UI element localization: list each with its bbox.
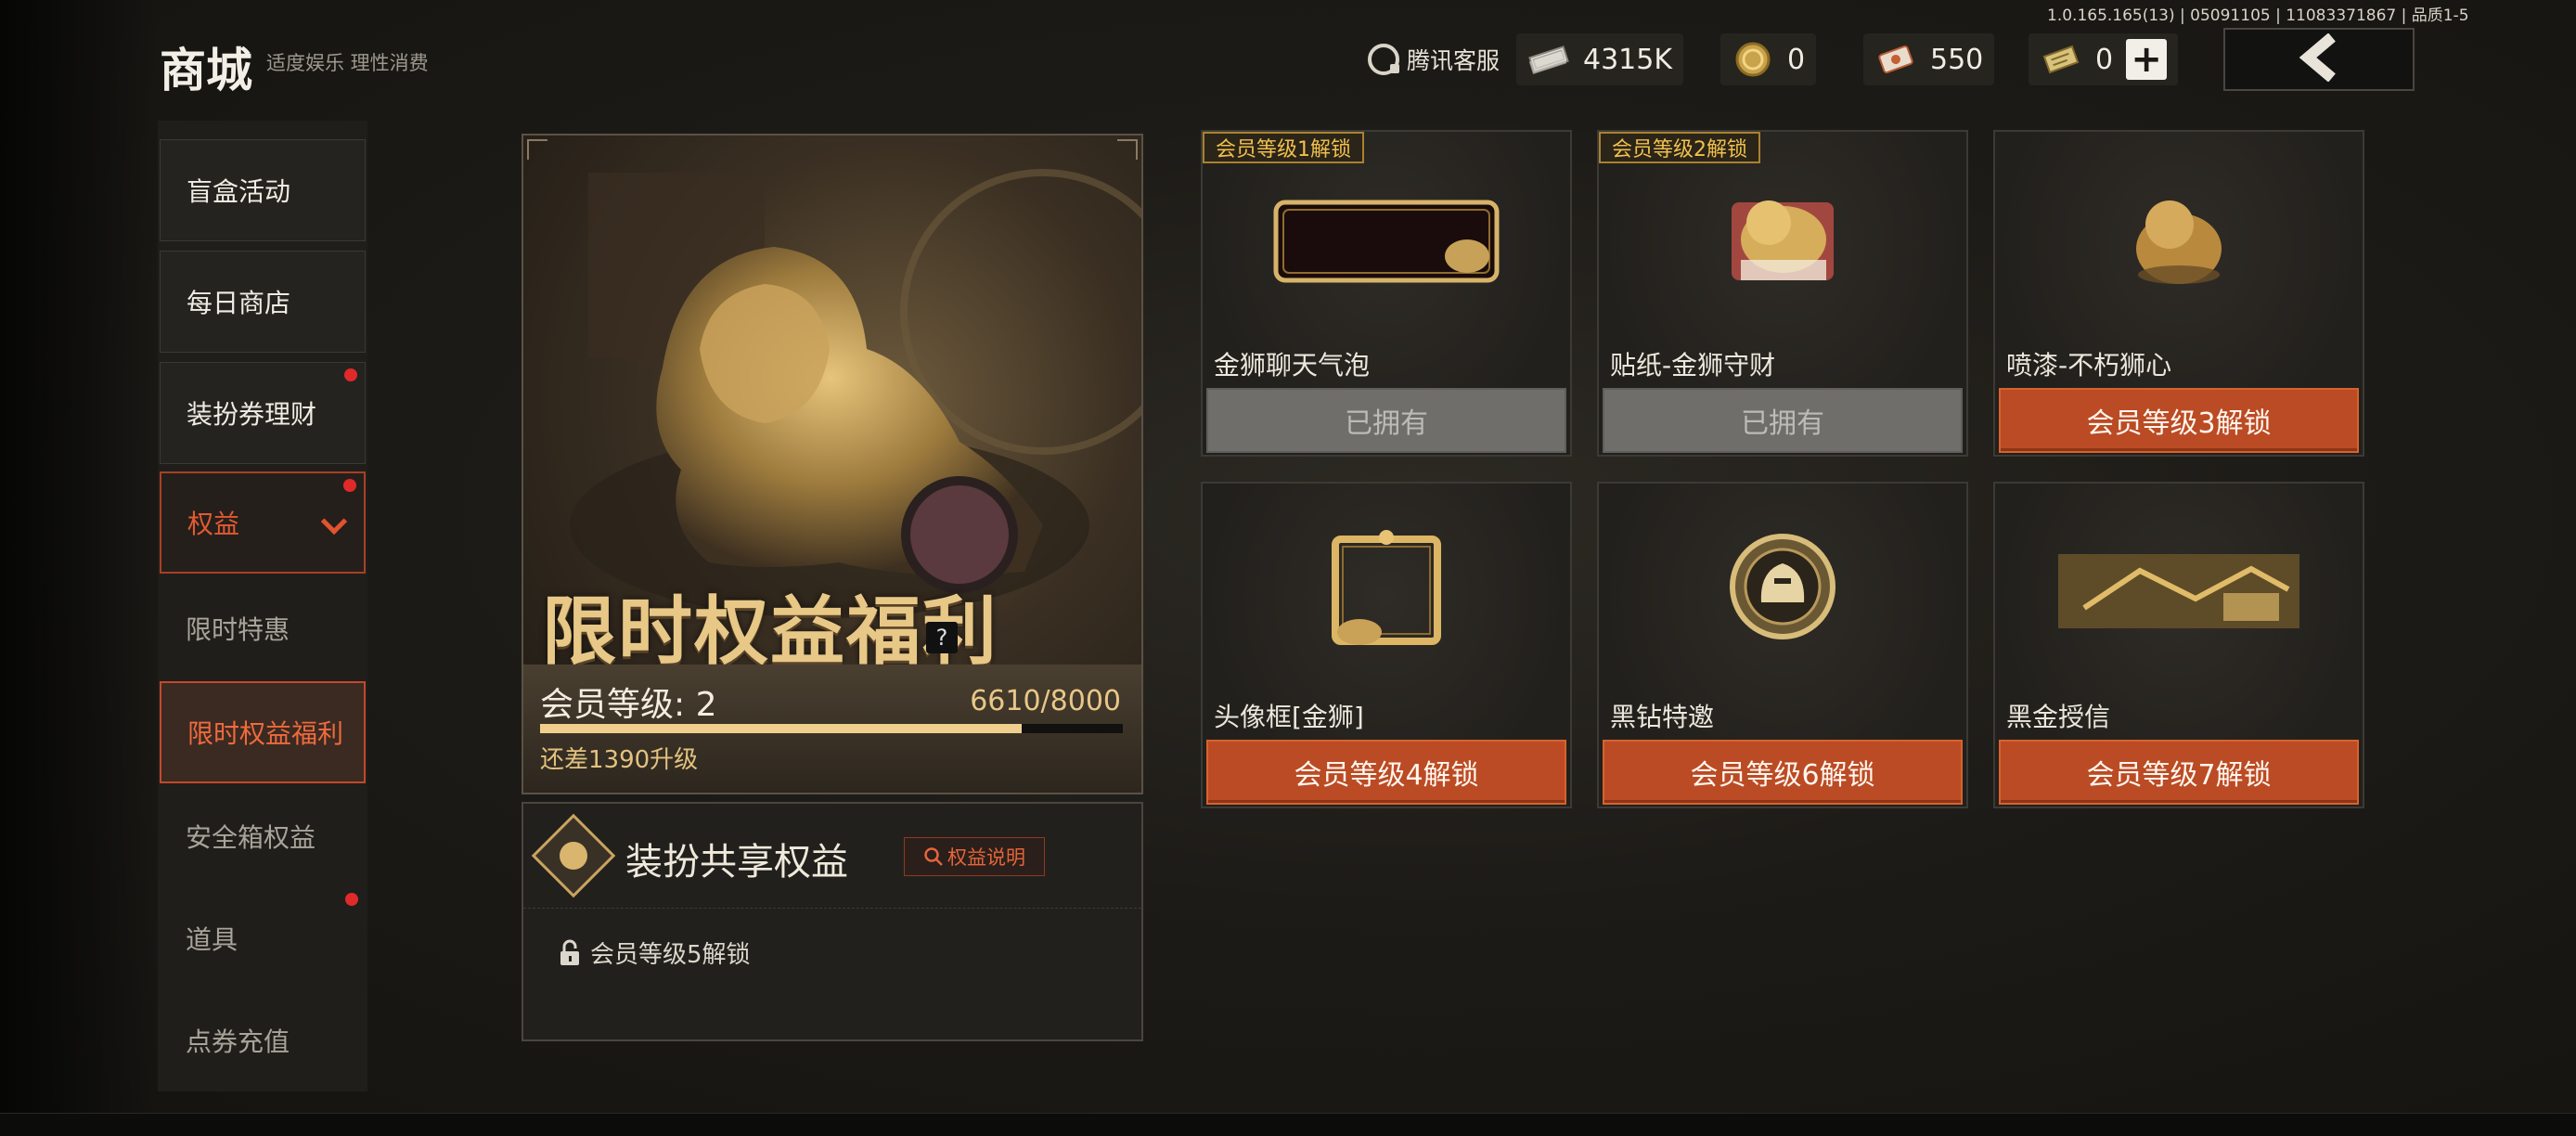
reward-card-lion-spray[interactable]: 喷漆-不朽狮心 会员等级3解锁 <box>1993 130 2364 457</box>
benefit-rules-button[interactable]: 权益说明 <box>904 837 1045 876</box>
reward-card-black-gold-credit[interactable]: 黑金授信 会员等级7解锁 <box>1993 482 2364 808</box>
chat-bubble-frame-icon <box>1273 200 1500 283</box>
unlock-level-6-button[interactable]: 会员等级6解锁 <box>1603 740 1963 805</box>
sidebar-subitem-limited-offer[interactable]: 限时特惠 <box>160 577 366 679</box>
customer-service-button[interactable]: 腾讯客服 <box>1368 39 1500 80</box>
gold-ticket-icon <box>2040 41 2082 78</box>
chevron-left-icon <box>2299 32 2339 85</box>
unlock-badge: 会员等级2解锁 <box>1599 132 1760 163</box>
page-title: 商城 <box>160 44 252 97</box>
sidebar-item-daily-shop[interactable]: 每日商店 <box>160 251 366 353</box>
search-icon <box>924 847 943 866</box>
lion-emblem-icon <box>531 813 616 898</box>
owned-button: 已拥有 <box>1206 388 1566 453</box>
unlock-level-3-button[interactable]: 会员等级3解锁 <box>1999 388 2359 453</box>
unlock-level-4-button[interactable]: 会员等级4解锁 <box>1206 740 1566 805</box>
sidebar-subitem-limited-benefits[interactable]: 限时权益福利 <box>160 681 366 783</box>
reward-card-avatar-frame[interactable]: 头像框[金狮] 会员等级4解锁 <box>1201 482 1572 808</box>
knight-helmet-badge-icon <box>1730 534 1835 639</box>
gold-coin-icon <box>1732 41 1774 78</box>
notification-dot <box>343 479 356 492</box>
left-vignette <box>0 0 158 1136</box>
lion-sticker-icon <box>1732 200 1834 280</box>
member-level-progress-text: 6610/8000 <box>970 685 1121 717</box>
add-currency-button[interactable]: + <box>2126 39 2168 80</box>
lock-icon <box>560 939 579 965</box>
owned-button: 已拥有 <box>1603 388 1963 453</box>
currency-gold-ticket-value: 0 <box>2095 43 2114 76</box>
black-gold-card-icon <box>2058 554 2299 628</box>
currency-cash-value: 4315K <box>1583 43 1673 76</box>
sidebar-item-label: 限时特惠 <box>186 614 290 645</box>
sidebar-item-props[interactable]: 道具 <box>160 887 366 989</box>
sidebar-item-recharge[interactable]: 点券充值 <box>160 989 366 1091</box>
sidebar-item-label: 装扮券理财 <box>187 399 317 430</box>
avatar-frame-icon <box>1332 530 1441 645</box>
headset-icon <box>1368 44 1399 75</box>
sidebar-item-benefits[interactable]: 权益 <box>160 471 366 574</box>
member-level-progress-fill <box>540 724 1022 733</box>
lion-spray-icon <box>2136 200 2222 284</box>
coupon-ticket-icon <box>1874 41 1917 78</box>
reward-name: 黑钻特邀 <box>1610 702 1715 732</box>
reward-name: 喷漆-不朽狮心 <box>2006 350 2172 381</box>
chevron-down-icon <box>320 508 348 536</box>
benefit-rules-label: 权益说明 <box>947 846 1025 869</box>
currency-gold-value: 0 <box>1787 43 1806 76</box>
reward-card-chat-bubble[interactable]: 会员等级1解锁 金狮聊天气泡 已拥有 <box>1201 130 1572 457</box>
reward-name: 头像框[金狮] <box>1214 702 1364 732</box>
sidebar-item-label: 盲盒活动 <box>187 176 291 207</box>
sidebar-item-label: 权益 <box>187 509 240 539</box>
sidebar-item-label: 安全箱权益 <box>186 822 316 853</box>
version-info: 1.0.165.165(13) | 05091105 | 11083371867… <box>2047 6 2469 25</box>
reward-name: 贴纸-金狮守财 <box>1610 350 1776 381</box>
reward-name: 金狮聊天气泡 <box>1214 350 1371 381</box>
shared-benefits-lock-text: 会员等级5解锁 <box>590 941 751 969</box>
member-level-label: 会员等级: 2 <box>540 686 717 724</box>
reward-card-lion-sticker[interactable]: 会员等级2解锁 贴纸-金狮守财 已拥有 <box>1597 130 1968 457</box>
customer-service-label: 腾讯客服 <box>1407 47 1501 74</box>
sidebar-item-blind-box[interactable]: 盲盒活动 <box>160 139 366 241</box>
sidebar: 盲盒活动 每日商店 装扮券理财 权益 限时特惠 限时权益福利 安全箱权益 道具 … <box>158 121 367 1091</box>
notification-dot <box>344 368 357 381</box>
member-level-gap: 还差1390升级 <box>540 746 699 774</box>
page-slogan: 适度娱乐 理性消费 <box>266 52 429 74</box>
member-level-progress-bar <box>540 724 1123 733</box>
currency-gold-ticket[interactable]: 0 + <box>2029 33 2179 85</box>
sidebar-item-label: 道具 <box>186 924 238 955</box>
shared-benefits-title: 装扮共享权益 <box>625 841 848 884</box>
back-button[interactable] <box>2223 28 2415 91</box>
bottom-edge <box>0 1113 2576 1136</box>
hero-banner: 限时权益福利 ? 会员等级: 2 6610/8000 还差1390升级 <box>522 134 1143 794</box>
currency-gold[interactable]: 0 <box>1720 33 1817 85</box>
help-button[interactable]: ? <box>926 622 958 653</box>
sidebar-item-outfit-finance[interactable]: 装扮券理财 <box>160 362 366 464</box>
unlock-level-7-button[interactable]: 会员等级7解锁 <box>1999 740 2359 805</box>
sidebar-subitem-safebox-benefits[interactable]: 安全箱权益 <box>160 785 366 887</box>
sidebar-item-label: 点券充值 <box>186 1026 290 1057</box>
currency-coupon-value: 550 <box>1930 43 1984 76</box>
reward-card-black-diamond[interactable]: 黑钻特邀 会员等级6解锁 <box>1597 482 1968 808</box>
sidebar-item-label: 每日商店 <box>187 288 291 318</box>
currency-cash[interactable]: 4315K <box>1516 33 1684 85</box>
unlock-badge: 会员等级1解锁 <box>1203 132 1364 163</box>
notification-dot <box>345 893 358 906</box>
currency-coupon[interactable]: 550 <box>1863 33 1995 85</box>
shared-benefits-lock-row: 会员等级5解锁 <box>559 936 751 970</box>
shared-benefits-panel: 装扮共享权益 权益说明 会员等级5解锁 <box>522 802 1143 1041</box>
reward-name: 黑金授信 <box>2006 702 2111 732</box>
member-level-box: 会员等级: 2 6610/8000 还差1390升级 <box>523 665 1141 793</box>
shared-benefits-header: 装扮共享权益 权益说明 <box>523 804 1141 909</box>
cash-stack-icon <box>1527 41 1570 78</box>
sidebar-item-label: 限时权益福利 <box>187 718 344 749</box>
